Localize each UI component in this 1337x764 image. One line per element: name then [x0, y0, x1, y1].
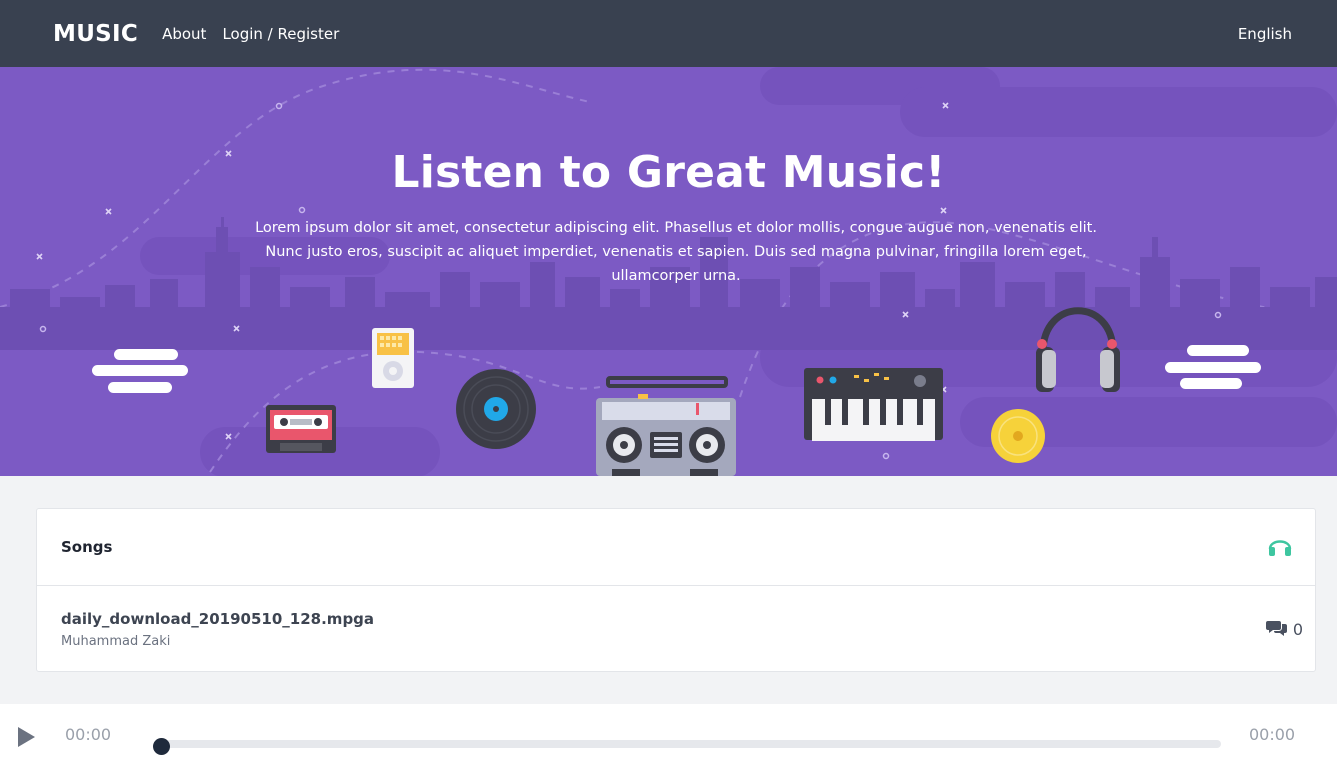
hero-banner: Listen to Great Music! Lorem ipsum dolor…: [0, 67, 1337, 476]
play-button[interactable]: [16, 726, 36, 752]
song-artist: Muhammad Zaki: [61, 633, 171, 649]
song-comments[interactable]: 0: [1265, 618, 1303, 640]
duration-time: 00:00: [1249, 725, 1296, 744]
hero-title: Listen to Great Music!: [391, 147, 946, 198]
song-info: daily_download_20190510_128.mpga Muhamma…: [61, 610, 374, 649]
seek-handle[interactable]: [153, 738, 170, 755]
current-time: 00:00: [65, 725, 112, 744]
play-icon: [18, 727, 35, 747]
song-name[interactable]: daily_download_20190510_128.mpga: [61, 610, 374, 628]
nav-link-login-register[interactable]: Login / Register: [222, 25, 339, 43]
headphones-icon: [1267, 533, 1293, 561]
audio-player: 00:00 00:00: [0, 704, 1337, 764]
songs-card: Songs daily_download_20190510_128.mpga M…: [36, 508, 1316, 672]
comments-count: 0: [1292, 619, 1303, 639]
songs-card-header: Songs: [37, 509, 1315, 586]
comments-icon: [1265, 618, 1288, 640]
navbar: MUSIC About Login / Register English: [0, 0, 1337, 67]
brand-logo[interactable]: MUSIC: [53, 21, 138, 47]
songs-title: Songs: [61, 538, 113, 556]
nav-link-about[interactable]: About: [162, 25, 206, 43]
language-selector[interactable]: English: [1238, 25, 1292, 43]
hero-description: Lorem ipsum dolor sit amet, consectetur …: [255, 220, 1097, 284]
seek-bar[interactable]: [160, 740, 1221, 748]
song-list-item[interactable]: daily_download_20190510_128.mpga Muhamma…: [37, 586, 1315, 672]
